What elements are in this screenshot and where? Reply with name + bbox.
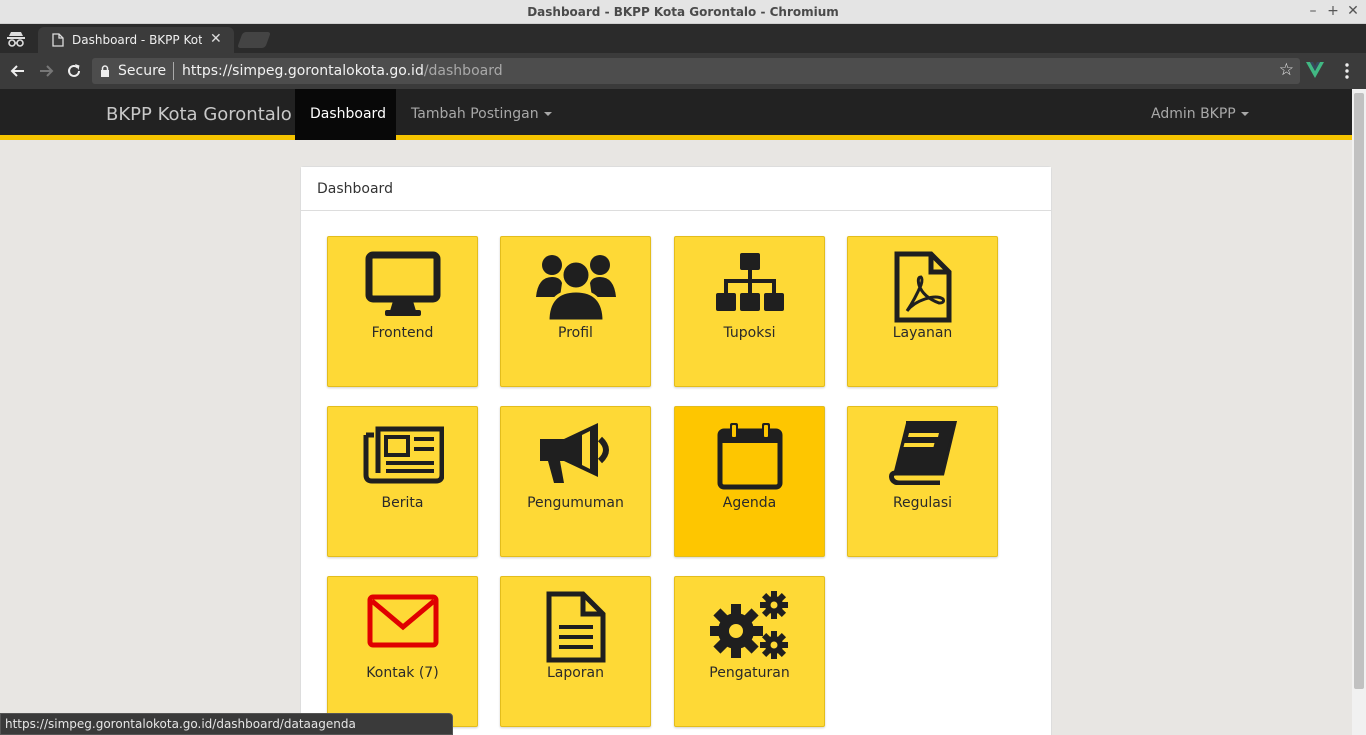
forward-icon[interactable] bbox=[36, 61, 56, 81]
tile-frontend[interactable]: Frontend bbox=[327, 236, 478, 387]
tile-label: Profil bbox=[558, 325, 593, 341]
tile-label: Pengumuman bbox=[527, 495, 624, 511]
tab-title: Dashboard - BKPP Kota Gorontalo bbox=[72, 33, 202, 47]
scrollbar-thumb[interactable] bbox=[1354, 93, 1364, 689]
nav-item-tambah-postingan[interactable]: Tambah Postingan bbox=[411, 106, 552, 122]
tile-kontak[interactable]: Kontak (7) bbox=[327, 576, 478, 727]
incognito-icon bbox=[7, 32, 25, 47]
bullhorn-icon bbox=[501, 421, 650, 493]
tile-label: Regulasi bbox=[892, 495, 953, 511]
tile-label: Kontak (7) bbox=[366, 665, 439, 681]
tile-profil[interactable]: Profil bbox=[500, 236, 651, 387]
secure-label: Secure bbox=[118, 63, 167, 79]
navbar-brand[interactable]: BKPP Kota Gorontalo bbox=[106, 104, 292, 125]
browser-tab[interactable]: Dashboard - BKPP Kota Gorontalo ✕ bbox=[38, 27, 234, 53]
menu-kebab-icon[interactable] bbox=[1344, 63, 1350, 79]
bookmark-star-icon[interactable]: ☆ bbox=[1279, 60, 1294, 80]
calendar-icon bbox=[675, 421, 824, 493]
tile-pengaturan[interactable]: Pengaturan bbox=[674, 576, 825, 727]
caret-down-icon bbox=[1240, 112, 1249, 116]
app-navbar: BKPP Kota Gorontalo Dashboard Tambah Pos… bbox=[0, 89, 1352, 140]
tile-label: Layanan bbox=[892, 325, 953, 341]
tile-layanan[interactable]: Layanan bbox=[847, 236, 998, 387]
caret-down-icon bbox=[543, 112, 552, 116]
sitemap-icon bbox=[675, 251, 824, 323]
lock-icon bbox=[101, 65, 109, 77]
book-icon bbox=[848, 421, 997, 493]
tile-label: Frontend bbox=[371, 325, 434, 341]
tile-tupoksi[interactable]: Tupoksi bbox=[674, 236, 825, 387]
tile-label: Tupoksi bbox=[723, 325, 776, 341]
dashboard-panel: Dashboard Frontend Profil Tupoksi Layana… bbox=[300, 166, 1052, 735]
tile-label: Berita bbox=[381, 495, 424, 511]
address-bar[interactable]: Secure https://simpeg.gorontalokota.go.i… bbox=[92, 58, 1300, 84]
tile-berita[interactable]: Berita bbox=[327, 406, 478, 557]
tile-pengumuman[interactable]: Pengumuman bbox=[500, 406, 651, 557]
url-text: https://simpeg.gorontalokota.go.id/dashb… bbox=[182, 63, 503, 79]
browser-toolbar: Secure https://simpeg.gorontalokota.go.i… bbox=[0, 53, 1366, 89]
window-title: Dashboard - BKPP Kota Gorontalo - Chromi… bbox=[527, 5, 839, 19]
vertical-scrollbar[interactable] bbox=[1352, 89, 1366, 735]
window-titlebar: Dashboard - BKPP Kota Gorontalo - Chromi… bbox=[0, 0, 1366, 24]
minimize-icon[interactable]: – bbox=[1306, 3, 1320, 19]
tile-laporan[interactable]: Laporan bbox=[500, 576, 651, 727]
nav-item-dashboard-label: Dashboard bbox=[310, 106, 386, 122]
new-tab-button[interactable] bbox=[237, 32, 271, 48]
page-viewport: BKPP Kota Gorontalo Dashboard Tambah Pos… bbox=[0, 89, 1352, 735]
link-status-bubble: https://simpeg.gorontalokota.go.id/dashb… bbox=[0, 713, 453, 735]
reload-icon[interactable] bbox=[64, 61, 84, 81]
tile-regulasi[interactable]: Regulasi bbox=[847, 406, 998, 557]
close-window-icon[interactable]: ✕ bbox=[1346, 3, 1360, 19]
desktop-icon bbox=[328, 251, 477, 323]
page-icon bbox=[52, 33, 64, 47]
panel-heading: Dashboard bbox=[301, 167, 1051, 211]
back-icon[interactable] bbox=[8, 61, 28, 81]
tile-label: Agenda bbox=[722, 495, 777, 511]
vue-devtools-icon[interactable] bbox=[1306, 62, 1324, 78]
tile-agenda[interactable]: Agenda bbox=[674, 406, 825, 557]
tab-close-icon[interactable]: ✕ bbox=[210, 31, 222, 47]
file-text-icon bbox=[501, 591, 650, 663]
tile-label: Pengaturan bbox=[709, 665, 790, 681]
nav-item-dashboard[interactable]: Dashboard bbox=[295, 89, 396, 140]
gears-icon bbox=[675, 591, 824, 663]
newspaper-icon bbox=[328, 421, 477, 493]
nav-item-user-menu[interactable]: Admin BKPP bbox=[1151, 106, 1249, 122]
maximize-icon[interactable]: + bbox=[1326, 3, 1340, 19]
users-icon bbox=[501, 251, 650, 323]
envelope-icon bbox=[328, 591, 477, 663]
omnibox-divider bbox=[173, 62, 174, 80]
file-pdf-icon bbox=[848, 251, 997, 323]
tab-strip: Dashboard - BKPP Kota Gorontalo ✕ bbox=[0, 24, 1366, 53]
tile-label: Laporan bbox=[546, 665, 605, 681]
